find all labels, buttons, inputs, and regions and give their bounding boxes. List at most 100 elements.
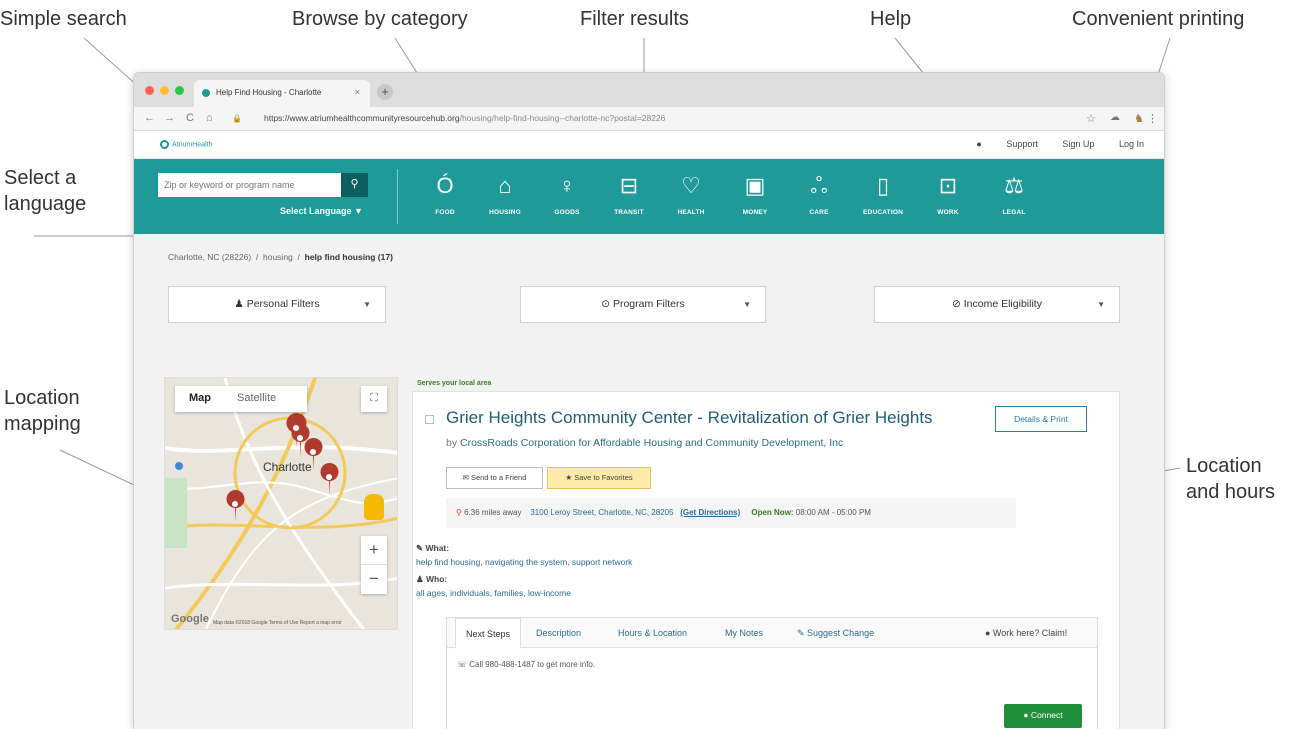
browser-window: Help Find Housing - Charlotte × + ← → C … bbox=[133, 72, 1165, 729]
listing-detail-tabs: Next Steps Description Hours & Location … bbox=[446, 617, 1098, 729]
close-tab-icon[interactable]: × bbox=[355, 87, 360, 97]
location-hours-bar: ⚲ 6.36 miles away 3100 Leroy Street, Cha… bbox=[446, 498, 1016, 528]
connect-button[interactable]: ● Connect bbox=[1004, 704, 1082, 728]
annotated-screenshot: Simple search Browse by category Filter … bbox=[0, 0, 1298, 729]
callout-location-mapping-line2: mapping bbox=[4, 413, 81, 435]
browser-tab-bar: Help Find Housing - Charlotte × + bbox=[134, 73, 1164, 107]
claim-link[interactable]: ● Work here? Claim! bbox=[985, 628, 1067, 638]
home-icon[interactable]: ⌂ bbox=[206, 112, 213, 124]
address-link[interactable]: 3100 Leroy Street, Charlotte, NC, 28205 bbox=[530, 508, 673, 517]
who-tags[interactable]: all ages, individuals, families, low-inc… bbox=[416, 588, 571, 598]
program-filters-dropdown[interactable]: ⊙ Program Filters ▼ bbox=[520, 286, 766, 323]
income-eligibility-dropdown[interactable]: ⊘ Income Eligibility ▼ bbox=[874, 286, 1120, 323]
category-label: EDUCATION bbox=[863, 209, 903, 216]
personal-filters-dropdown[interactable]: ♟ Personal Filters ▼ bbox=[168, 286, 386, 323]
category-label: WORK bbox=[937, 209, 959, 216]
map-type-tabs: Map Satellite bbox=[175, 386, 307, 412]
get-directions-link[interactable]: (Get Directions) bbox=[680, 508, 740, 517]
category-label: LEGAL bbox=[1002, 209, 1026, 216]
category-label: GOODS bbox=[554, 209, 580, 216]
save-to-favorites-button[interactable]: ★ Save to Favorites bbox=[547, 467, 651, 489]
maximize-window-icon[interactable] bbox=[175, 86, 184, 95]
open-hours-text: 08:00 AM - 05:00 PM bbox=[795, 508, 871, 517]
url-domain: https://www.atriumhealthcommunityresourc… bbox=[264, 113, 460, 123]
callout-browse-by-category: Browse by category bbox=[292, 8, 468, 30]
map-tab[interactable]: Map bbox=[189, 392, 211, 404]
category-transit[interactable]: ⊟ TRANSIT bbox=[594, 173, 664, 216]
category-housing[interactable]: ⌂ HOUSING bbox=[470, 173, 540, 216]
search-input[interactable] bbox=[158, 173, 341, 197]
callout-simple-search: Simple search bbox=[0, 8, 127, 30]
fullscreen-icon[interactable]: ⛶ bbox=[361, 386, 387, 412]
search-bar: ⚲ bbox=[158, 173, 394, 197]
category-care[interactable]: ஃ CARE bbox=[784, 173, 854, 216]
compare-checkbox[interactable] bbox=[425, 415, 434, 424]
tab-description[interactable]: Description bbox=[536, 628, 581, 638]
url-field[interactable]: https://www.atriumhealthcommunityresourc… bbox=[264, 113, 665, 123]
search-icon: ⚲ bbox=[350, 178, 359, 190]
category-bar: ⚲ Select Language ▼ ÓFOOD ⌂HOUSING ♀GOOD… bbox=[134, 159, 1164, 234]
money-icon: ▣ bbox=[744, 173, 766, 198]
category-label: HOUSING bbox=[489, 209, 521, 216]
category-health[interactable]: ♡ HEALTH bbox=[656, 173, 726, 216]
site-logo[interactable]: AtriumHealth bbox=[160, 140, 212, 149]
reload-icon[interactable]: C bbox=[186, 112, 194, 124]
personal-filters-label: ♟ Personal Filters bbox=[234, 298, 320, 310]
bookmark-star-icon[interactable]: ☆ bbox=[1086, 112, 1096, 125]
menu-icon[interactable]: ⋮ bbox=[1147, 112, 1158, 125]
what-label: ✎ What: bbox=[416, 543, 450, 553]
chevron-down-icon: ▼ bbox=[363, 300, 371, 309]
send-to-friend-button[interactable]: ✉ Send to a Friend bbox=[446, 467, 543, 489]
browser-tab[interactable]: Help Find Housing - Charlotte × bbox=[194, 80, 370, 107]
briefcase-icon: ⊡ bbox=[938, 173, 958, 198]
zoom-out-button[interactable]: − bbox=[361, 565, 387, 594]
callout-location-mapping-line1: Location bbox=[4, 387, 80, 409]
select-language-dropdown[interactable]: Select Language ▼ bbox=[280, 206, 363, 216]
url-path: /housing/help-find-housing--charlotte-nc… bbox=[459, 113, 666, 123]
site-header: AtriumHealth ● Support Sign Up Log In bbox=[134, 131, 1164, 159]
zoom-in-button[interactable]: + bbox=[361, 536, 387, 565]
category-education[interactable]: ▯ EDUCATION bbox=[848, 173, 918, 216]
tab-suggest-change[interactable]: ✎ Suggest Change bbox=[797, 628, 874, 639]
tab-hours-location[interactable]: Hours & Location bbox=[618, 628, 687, 638]
breadcrumb-separator: / bbox=[297, 252, 300, 262]
street-view-pegman-icon[interactable] bbox=[364, 494, 384, 520]
log-in-link[interactable]: Log In bbox=[1119, 139, 1144, 149]
category-work[interactable]: ⊡ WORK bbox=[913, 173, 983, 216]
category-label: MONEY bbox=[742, 209, 768, 216]
map-city-label: Charlotte bbox=[263, 460, 312, 474]
details-print-button[interactable]: Details & Print bbox=[995, 406, 1087, 432]
sign-up-link[interactable]: Sign Up bbox=[1062, 139, 1094, 149]
category-divider bbox=[397, 169, 398, 224]
listing-provider-line: by CrossRoads Corporation for Affordable… bbox=[446, 437, 843, 449]
tab-my-notes[interactable]: My Notes bbox=[725, 628, 763, 638]
chevron-down-icon: ▼ bbox=[743, 300, 751, 309]
category-money[interactable]: ▣ MONEY bbox=[720, 173, 790, 216]
program-filters-label: ⊙ Program Filters bbox=[601, 298, 685, 310]
scales-icon: ⚖ bbox=[1004, 173, 1024, 198]
search-button[interactable]: ⚲ bbox=[341, 173, 368, 197]
forward-icon[interactable]: → bbox=[164, 112, 175, 124]
satellite-tab[interactable]: Satellite bbox=[237, 392, 276, 404]
back-icon[interactable]: ← bbox=[144, 112, 155, 124]
close-window-icon[interactable] bbox=[145, 86, 154, 95]
provider-prefix: by bbox=[446, 437, 458, 449]
who-label: ♟ Who: bbox=[416, 574, 448, 584]
profile-icon[interactable]: ♞ bbox=[1134, 112, 1144, 125]
category-goods[interactable]: ♀ GOODS bbox=[532, 173, 602, 216]
results-map[interactable]: Charlotte Map Satellite ⛶ + − Google Map… bbox=[164, 377, 398, 630]
map-pin-icon: ⚲ bbox=[456, 508, 462, 517]
open-now-label: Open Now: bbox=[751, 508, 794, 517]
breadcrumb-category[interactable]: housing bbox=[263, 252, 293, 262]
provider-link[interactable]: CrossRoads Corporation for Affordable Ho… bbox=[460, 437, 843, 449]
category-legal[interactable]: ⚖ LEGAL bbox=[979, 173, 1049, 216]
support-link[interactable]: ● Support bbox=[954, 139, 1037, 149]
new-tab-button[interactable]: + bbox=[377, 84, 393, 100]
callout-select-language-line1: Select a bbox=[4, 167, 77, 189]
extension-icon[interactable]: ☁ bbox=[1110, 112, 1120, 123]
minimize-window-icon[interactable] bbox=[160, 86, 169, 95]
tab-next-steps[interactable]: Next Steps bbox=[455, 618, 522, 649]
breadcrumb-location[interactable]: Charlotte, NC (28226) bbox=[168, 252, 251, 262]
what-tags[interactable]: help find housing, navigating the system… bbox=[416, 557, 632, 567]
listing-title[interactable]: Grier Heights Community Center - Revital… bbox=[446, 408, 933, 428]
